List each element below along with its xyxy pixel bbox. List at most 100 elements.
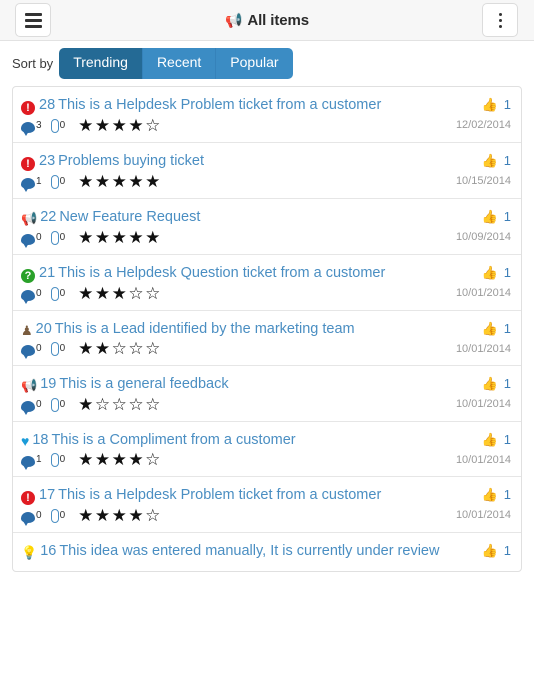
list-item-number: 28 — [39, 97, 56, 113]
attachment-count[interactable]: 0 — [50, 230, 66, 245]
like-count-value: 1 — [503, 320, 511, 336]
list-item-number: 21 — [39, 264, 56, 281]
list-item-number: 22 — [40, 209, 57, 225]
paperclip-icon — [50, 286, 59, 301]
list-item-main: 📢 19 This is a general feedback 0 0 ★☆☆☆☆ — [21, 375, 443, 415]
comment-bubble-icon — [21, 400, 35, 415]
list-item-meta: 1 0 ★★★★☆ — [21, 451, 443, 471]
item-date: 10/15/2014 — [455, 175, 511, 187]
list-item-side: 👍 1 10/15/2014 — [443, 152, 511, 190]
rating-stars[interactable]: ★★★☆☆ — [78, 285, 162, 302]
paperclip-icon — [50, 397, 59, 412]
like-count[interactable]: 👍 1 — [443, 432, 511, 447]
thumbs-up-icon: 👍 — [481, 97, 498, 112]
list-item-title-text: New Feature Request — [59, 209, 201, 225]
list-item-title[interactable]: ? 21 This is a Helpdesk Question ticket fr… — [21, 264, 443, 283]
like-count[interactable]: 👍 1 — [443, 97, 511, 112]
list-item[interactable]: ! 17 This is a Helpdesk Problem ticket fro… — [13, 477, 521, 534]
list-item-side: 👍 1 10/01/2014 — [443, 431, 511, 469]
list-item-title[interactable]: ! 17 This is a Helpdesk Problem ticket fro… — [21, 486, 443, 506]
sort-option-recent[interactable]: Recent — [142, 48, 217, 79]
list-item-title-text: This is a Helpdesk Problem ticket from a… — [58, 97, 382, 113]
like-count[interactable]: 👍 1 — [443, 543, 511, 558]
comment-count-value: 0 — [36, 510, 42, 522]
like-count[interactable]: 👍 1 — [443, 153, 511, 168]
list-item-side: 👍 1 10/01/2014 — [443, 264, 511, 302]
attachment-count[interactable]: 0 — [50, 118, 65, 133]
list-item[interactable]: 📢 19 This is a general feedback 0 0 ★☆☆☆☆ 👍 1 1 0… — [13, 366, 521, 422]
comment-count[interactable]: 0 — [21, 230, 42, 248]
item-date: 10/01/2014 — [455, 453, 511, 466]
page-title: 📢 All items — [225, 12, 309, 29]
rating-stars[interactable]: ★★★★☆ — [78, 117, 162, 134]
list-item-title[interactable]: ♥ 18 This is a Compliment from a customer — [21, 431, 443, 450]
more-options-button[interactable] — [482, 3, 518, 37]
rating-stars[interactable]: ★★★★☆ — [78, 507, 162, 524]
comment-count[interactable]: 3 — [21, 118, 42, 136]
list-item-title[interactable]: ♟ 20 This is a Lead identified by the mark… — [21, 320, 443, 339]
paperclip-icon — [50, 509, 59, 524]
rating-stars[interactable]: ★★★★★ — [78, 173, 162, 190]
megaphone-icon: 📢 — [21, 211, 38, 226]
list-item[interactable]: 💡 16 This idea was entered manually, It is… — [13, 533, 521, 571]
list-item-main: ♥ 18 This is a Compliment from a customer 1… — [21, 431, 443, 471]
list-item[interactable]: ♟ 20 This is a Lead identified by the mark… — [13, 311, 521, 367]
like-count-value: 1 — [503, 543, 511, 559]
menu-button[interactable] — [15, 3, 51, 37]
list-item-title[interactable]: ! 28 This is a Helpdesk Problem ticket fro… — [21, 96, 443, 115]
list-item[interactable]: ! 28 This is a Helpdesk Problem ticket fro… — [13, 87, 521, 143]
idea-bulb-icon: 💡 — [21, 545, 38, 561]
list-item-side: 👍 1 — [443, 542, 511, 563]
attachment-count[interactable]: 0 — [50, 452, 65, 468]
list-item[interactable]: ! 23 Problems buying ticket 1 0 ★★★★★ 👍 1 10/15/… — [13, 143, 521, 199]
list-item-main: 📢 22 New Feature Request 0 0 ★★★★★ — [21, 208, 443, 248]
attachment-count[interactable]: 0 — [50, 397, 66, 412]
comment-bubble-icon — [21, 178, 35, 192]
attachment-count-value: 0 — [59, 231, 66, 243]
rating-stars[interactable]: ★★★★★ — [78, 229, 162, 246]
list-item-title[interactable]: ! 23 Problems buying ticket — [21, 152, 443, 171]
sort-option-trending[interactable]: Trending — [59, 48, 143, 79]
like-count-value: 1 — [503, 376, 511, 392]
attachment-count[interactable]: 0 — [50, 286, 65, 301]
paperclip-icon — [50, 175, 59, 189]
list-item-title[interactable]: 📢 19 This is a general feedback — [21, 375, 443, 394]
comment-count[interactable]: 1 — [21, 174, 42, 192]
like-count[interactable]: 👍 1 — [443, 209, 511, 224]
top-bar: 📢 All items — [0, 0, 534, 41]
attachment-count[interactable]: 0 — [50, 508, 66, 524]
comment-count[interactable]: 0 — [21, 286, 42, 304]
rating-stars[interactable]: ★☆☆☆☆ — [78, 396, 162, 413]
like-count[interactable]: 👍 1 — [443, 265, 511, 280]
heart-icon: ♥ — [21, 432, 30, 449]
attachment-count-value: 0 — [59, 398, 66, 410]
list-item[interactable]: 📢 22 New Feature Request 0 0 ★★★★★ 👍 1 10/09/201… — [13, 199, 521, 255]
list-item-title[interactable]: 📢 22 New Feature Request — [21, 208, 443, 227]
like-count[interactable]: 👍 1 — [443, 487, 511, 502]
list-item-meta: 0 0 ★★☆☆☆ — [21, 340, 443, 360]
comment-count[interactable]: 1 — [21, 452, 42, 471]
paperclip-icon — [50, 453, 59, 468]
attachment-count-value: 0 — [59, 510, 66, 522]
list-item[interactable]: ? 21 This is a Helpdesk Question ticket fr… — [13, 255, 521, 311]
like-count[interactable]: 👍 1 — [443, 321, 511, 336]
rating-stars[interactable]: ★★★★☆ — [78, 451, 162, 468]
sort-bar: Sort by Trending Recent Popular — [0, 41, 534, 86]
comment-count[interactable]: 0 — [21, 397, 42, 415]
rating-stars[interactable]: ★★☆☆☆ — [78, 340, 162, 357]
list-item[interactable]: ♥ 18 This is a Compliment from a customer 1… — [13, 422, 521, 478]
page-title-label: All items — [247, 11, 309, 29]
attachment-count[interactable]: 0 — [50, 174, 65, 189]
comment-count[interactable]: 0 — [21, 508, 42, 527]
like-count[interactable]: 👍 1 — [443, 376, 511, 391]
item-date: 10/09/2014 — [455, 231, 511, 243]
like-count-value: 1 — [503, 264, 511, 280]
attachment-count[interactable]: 0 — [50, 341, 65, 357]
like-count-value: 1 — [503, 97, 511, 112]
comment-count[interactable]: 0 — [21, 341, 42, 360]
like-count-value: 1 — [503, 487, 511, 503]
list-item-meta: 0 0 ★★★☆☆ — [21, 285, 443, 304]
sort-option-popular[interactable]: Popular — [216, 48, 293, 79]
list-item-side: 👍 1 10/01/2014 — [443, 320, 511, 358]
list-item-title[interactable]: 💡 16 This idea was entered manually, It is… — [21, 542, 443, 561]
